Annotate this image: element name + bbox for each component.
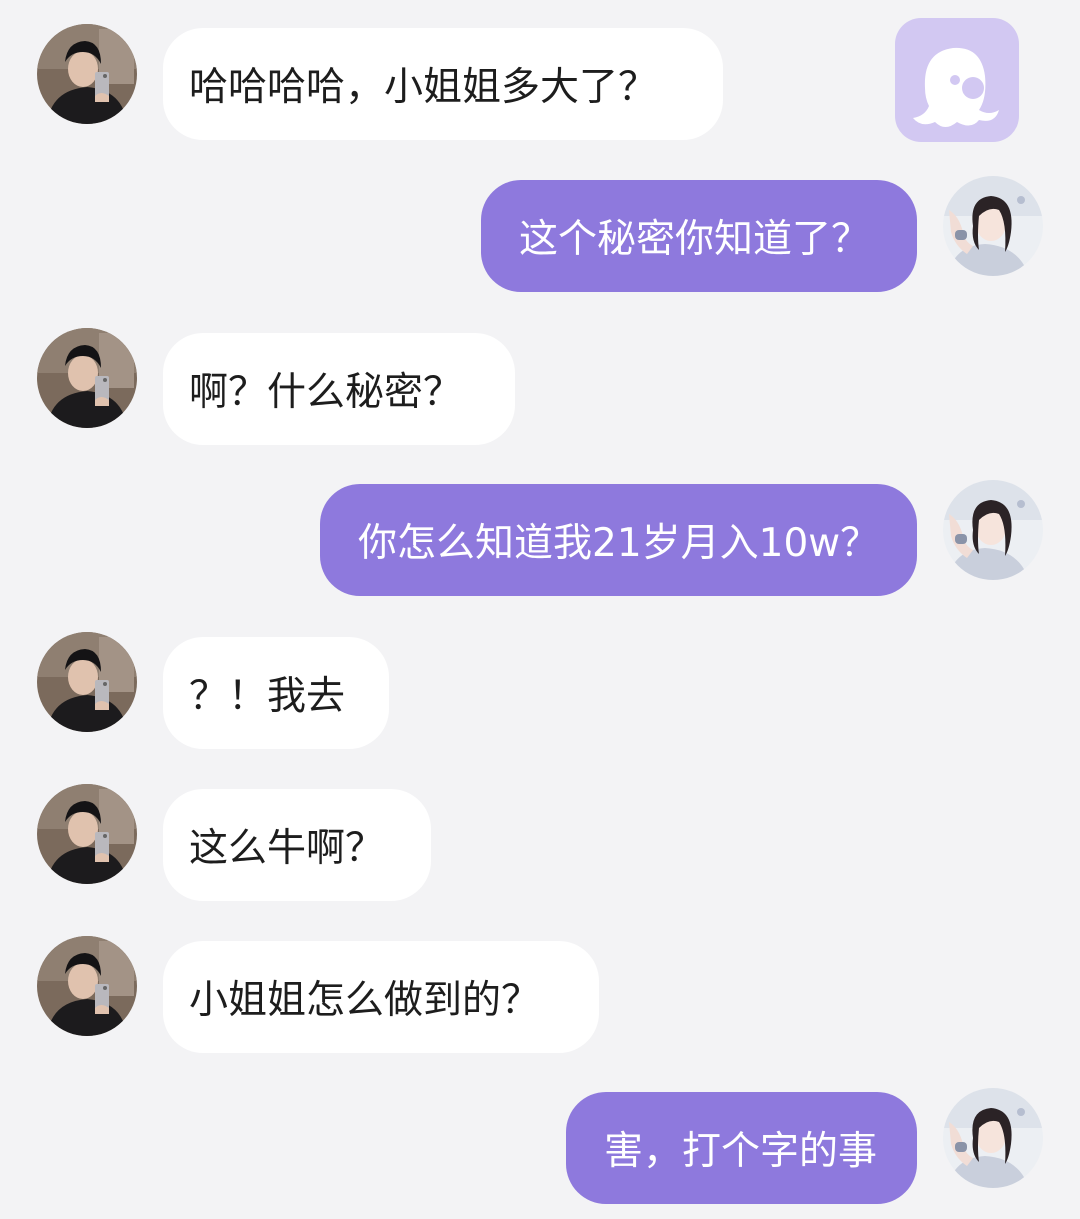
outgoing-message-bubble: 害，打个字的事 (566, 1092, 917, 1204)
contact-avatar[interactable] (37, 784, 137, 884)
self-avatar[interactable] (943, 1088, 1043, 1188)
message-text: 这个秘密你知道了？ (519, 217, 871, 262)
message-text: 害，打个字的事 (604, 1129, 878, 1174)
contact-avatar[interactable] (37, 24, 137, 124)
message-text: 这么牛啊？ (189, 826, 385, 871)
incoming-message-bubble: 这么牛啊？ (163, 789, 431, 901)
outgoing-message-bubble: 你怎么知道我21岁月入10w？ (320, 484, 917, 596)
incoming-message-bubble: 小姐姐怎么做到的？ (163, 941, 599, 1053)
incoming-message-bubble: 啊？什么秘密？ (163, 333, 515, 445)
message-text: 你怎么知道我21岁月入10w？ (358, 521, 880, 566)
contact-avatar[interactable] (37, 328, 137, 428)
message-text: 啊？什么秘密？ (189, 370, 463, 415)
chat-thread: 哈哈哈哈，小姐姐多大了？ 这个秘密你知道了？ 啊？什么秘密？ 你怎么知道我21岁… (0, 0, 1080, 1219)
message-text: 小姐姐怎么做到的？ (189, 978, 541, 1023)
self-avatar[interactable] (943, 176, 1043, 276)
incoming-message-bubble: ？！我去 (163, 637, 389, 749)
message-text: 哈哈哈哈，小姐姐多大了？ (189, 65, 658, 110)
incoming-message-bubble: 哈哈哈哈，小姐姐多大了？ (163, 28, 723, 140)
contact-avatar[interactable] (37, 632, 137, 732)
self-avatar[interactable] (943, 480, 1043, 580)
message-text: ？！我去 (189, 674, 346, 719)
octopus-app-icon[interactable] (895, 18, 1019, 142)
outgoing-message-bubble: 这个秘密你知道了？ (481, 180, 917, 292)
contact-avatar[interactable] (37, 936, 137, 1036)
